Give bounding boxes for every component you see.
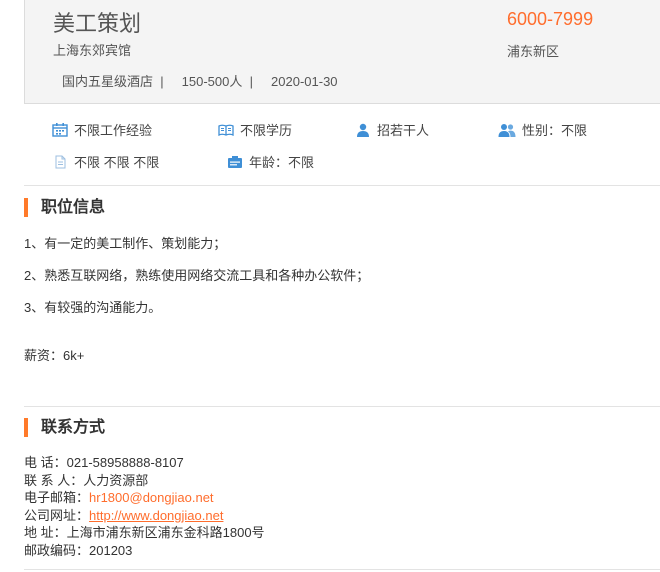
- job-description-line: 3、有较强的沟通能力。: [24, 300, 162, 315]
- requirement-text: 年龄：不限: [249, 155, 315, 170]
- book-icon: [218, 123, 234, 137]
- contact-phone-row: 电 话：021-58958888-8107: [24, 452, 184, 471]
- phone-value: 021-58958888-8107: [66, 455, 184, 470]
- email-link[interactable]: hr1800@dongjiao.net: [89, 490, 214, 505]
- id-card-icon: [227, 155, 243, 169]
- requirement-text: 不限工作经验: [74, 123, 153, 138]
- contact-person-value: 人力资源部: [83, 473, 149, 488]
- job-location: 浦东新区: [507, 44, 560, 59]
- company-meta: 国内五星级酒店 | 150-500人 | 2020-01-30: [62, 74, 338, 89]
- divider: [24, 185, 660, 186]
- requirement-text: 性别：不限: [522, 123, 588, 138]
- job-description-line: 1、有一定的美工制作、策划能力；: [24, 236, 227, 251]
- requirement-age: 年龄：不限: [227, 152, 314, 171]
- postcode-label: 邮政编码：: [24, 543, 90, 558]
- requirement-text: 不限学历: [240, 123, 293, 138]
- contact-email-row: 电子邮箱：hr1800@dongjiao.net: [24, 487, 214, 506]
- website-link[interactable]: http://www.dongjiao.net: [89, 508, 223, 523]
- contact-postcode-row: 邮政编码：201203: [24, 540, 132, 559]
- document-icon: [52, 155, 68, 169]
- postcode-value: 201203: [89, 543, 133, 558]
- requirement-experience: 不限工作经验: [52, 120, 152, 139]
- salary-line: 薪资：6k+: [24, 348, 85, 363]
- website-label: 公司网址：: [24, 508, 90, 523]
- address-value: 上海市浦东新区浦东金科路1800号: [66, 525, 265, 540]
- requirement-headcount: 招若干人: [355, 120, 429, 139]
- divider: [24, 569, 660, 570]
- job-header: 美工策划 上海东郊宾馆 国内五星级酒店 | 150-500人 | 2020-01…: [24, 0, 660, 104]
- requirement-gender: 性别：不限: [498, 120, 587, 139]
- requirement-text: 不限 不限 不限: [74, 155, 160, 170]
- job-description-line: 2、熟悉互联网络，熟练使用网络交流工具和各种办公软件；: [24, 268, 370, 283]
- calendar-icon: [52, 122, 68, 137]
- requirement-education: 不限学历: [218, 120, 292, 139]
- salary-range: 6000-7999: [507, 9, 594, 29]
- requirement-text: 招若干人: [377, 123, 430, 138]
- contact-person-label: 联 系 人：: [24, 473, 84, 488]
- people-icon: [498, 123, 516, 137]
- section-title-contact: 联系方式: [24, 418, 105, 437]
- divider: [24, 406, 660, 407]
- person-icon: [355, 123, 371, 137]
- address-label: 地 址：: [24, 525, 67, 540]
- contact-address-row: 地 址：上海市浦东新区浦东金科路1800号: [24, 522, 265, 541]
- requirement-misc: 不限 不限 不限: [52, 152, 159, 171]
- section-title-position: 职位信息: [24, 198, 105, 217]
- email-label: 电子邮箱：: [24, 490, 90, 505]
- job-title: 美工策划: [53, 11, 142, 36]
- company-name[interactable]: 上海东郊宾馆: [53, 40, 131, 59]
- phone-label: 电 话：: [24, 455, 67, 470]
